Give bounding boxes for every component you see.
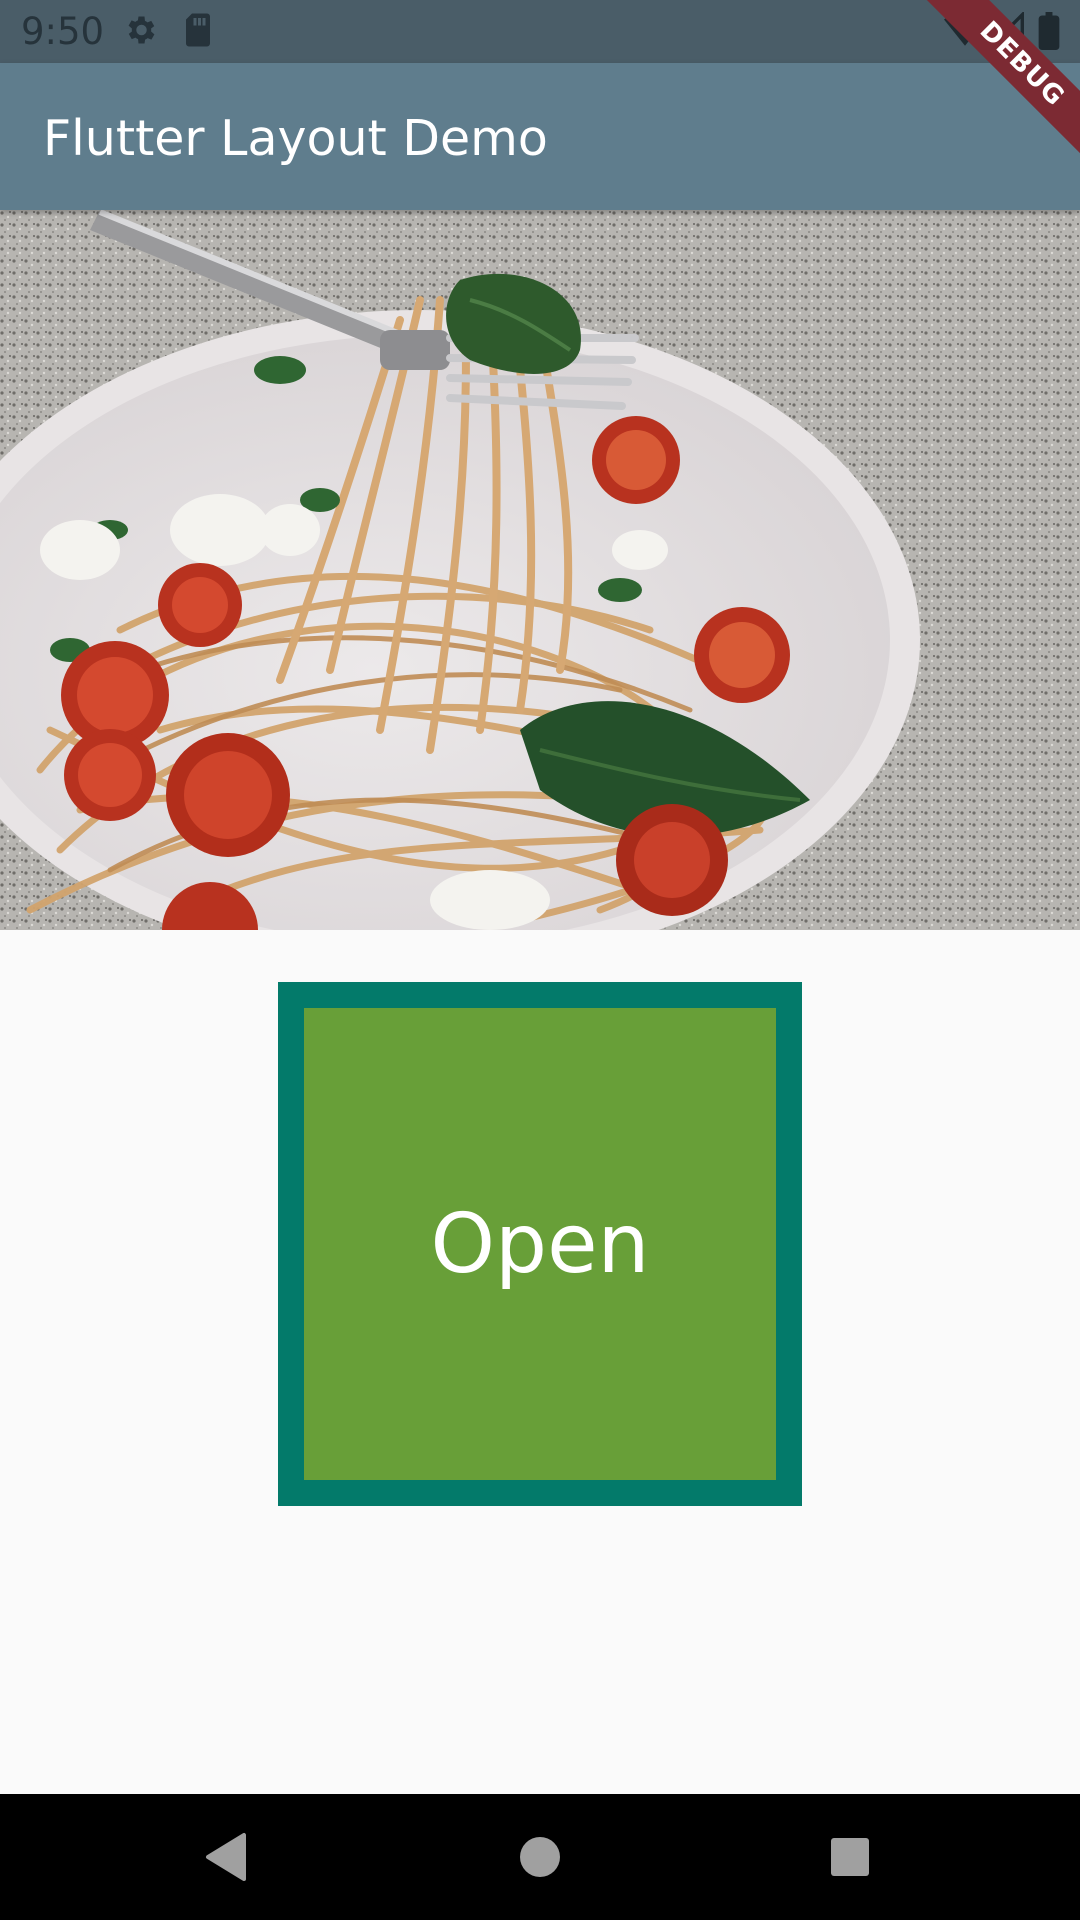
recents-icon[interactable] — [820, 1827, 880, 1887]
navigation-bar — [0, 1794, 1080, 1920]
status-time: 9:50 — [21, 10, 105, 53]
gear-icon — [122, 12, 158, 53]
open-button-label: Open — [430, 1196, 650, 1292]
open-button-fill[interactable]: Open — [304, 1008, 776, 1480]
debug-banner-label: DEBUG — [914, 0, 1080, 172]
open-button[interactable]: Open — [278, 982, 802, 1506]
home-icon[interactable] — [510, 1827, 570, 1887]
debug-banner: DEBUG — [900, 0, 1080, 180]
hero-image — [0, 210, 1080, 930]
page-title: Flutter Layout Demo — [43, 110, 548, 167]
sd-card-icon — [182, 12, 214, 53]
back-icon[interactable] — [200, 1827, 260, 1887]
